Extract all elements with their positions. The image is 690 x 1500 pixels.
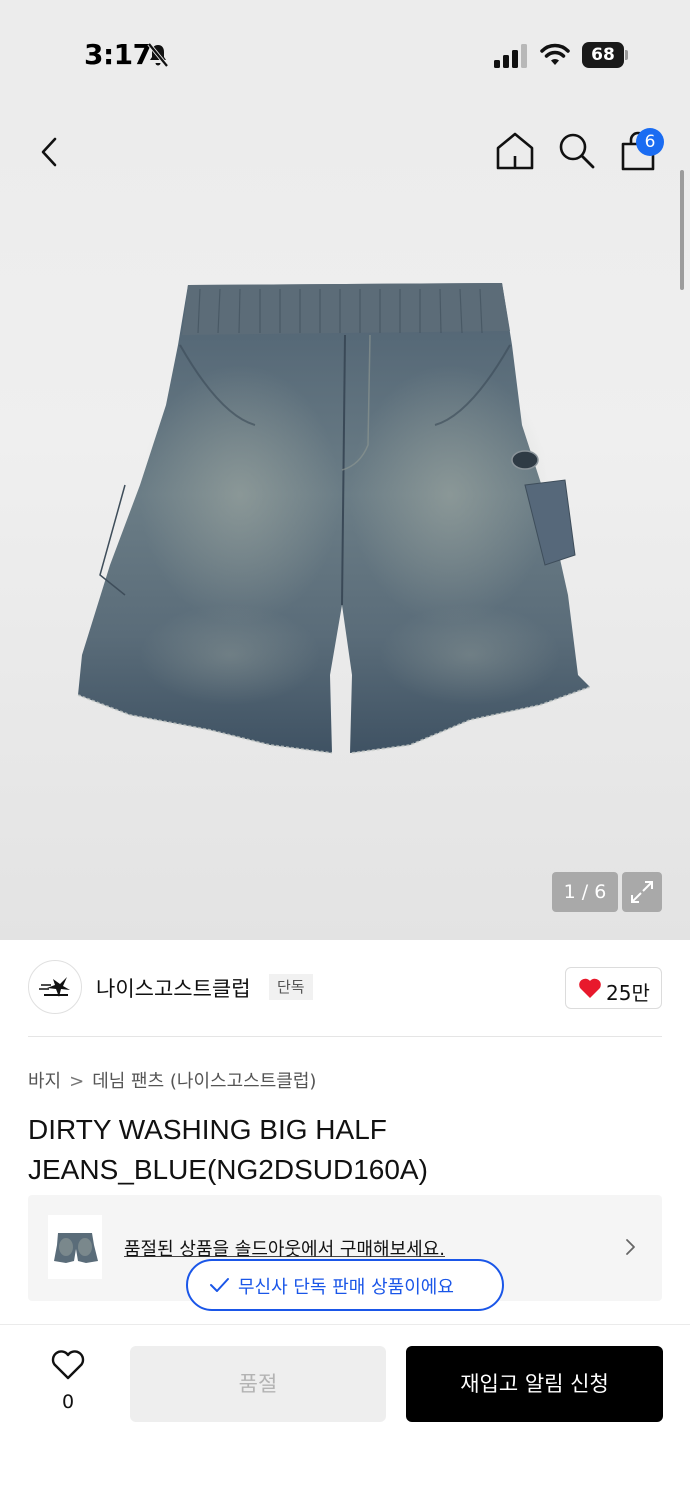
brand-name[interactable]: 나이스고스트클럽 bbox=[96, 973, 251, 1003]
back-icon[interactable] bbox=[30, 132, 70, 172]
exclusive-badge: 단독 bbox=[269, 974, 313, 1000]
brand-logo-mark bbox=[39, 977, 70, 997]
product-gallery[interactable]: 6 1 / 6 bbox=[0, 110, 690, 940]
check-icon bbox=[210, 1278, 229, 1292]
exclusive-sale-text: 무신사 단독 판매 상품이에요 bbox=[238, 1277, 454, 1298]
bottom-action-bar: 0 품절 재입고 알림 신청 bbox=[0, 1324, 690, 1500]
exclusive-sale-toast: 무신사 단독 판매 상품이에요 bbox=[186, 1259, 504, 1311]
breadcrumb-subcategory[interactable]: 데님 팬츠 (나이스고스트클럽) bbox=[92, 1067, 316, 1093]
brand-row: 나이스고스트클럽 단독 25만 bbox=[28, 960, 662, 1016]
brand-like-button[interactable]: 25만 bbox=[565, 967, 662, 1009]
product-title: DIRTY WASHING BIG HALF JEANS_BLUE(NG2DSU… bbox=[28, 1114, 428, 1185]
brand-logo[interactable] bbox=[28, 960, 82, 1014]
wifi-icon bbox=[540, 43, 570, 65]
image-counter: 1 / 6 bbox=[552, 872, 618, 912]
search-icon[interactable] bbox=[556, 130, 596, 170]
signal-icon bbox=[494, 44, 527, 68]
brand-like-count: 25만 bbox=[606, 981, 650, 1005]
bell-off-icon bbox=[147, 42, 169, 68]
expand-icon[interactable] bbox=[622, 872, 662, 912]
cart-count-badge: 6 bbox=[636, 128, 664, 156]
breadcrumb-category[interactable]: 바지 bbox=[28, 1067, 61, 1093]
restock-alert-button[interactable]: 재입고 알림 신청 bbox=[406, 1346, 663, 1422]
wishlist-button[interactable]: 0 bbox=[40, 1349, 96, 1419]
breadcrumb: 바지 > 데님 팬츠 (나이스고스트클럽) bbox=[28, 1067, 316, 1093]
scrollbar[interactable] bbox=[680, 170, 684, 290]
product-image bbox=[77, 283, 591, 754]
heart-outline-icon bbox=[51, 1350, 85, 1380]
resale-thumbnail bbox=[48, 1215, 102, 1279]
heart-filled-icon bbox=[579, 978, 601, 998]
wishlist-count: 0 bbox=[61, 1391, 75, 1413]
resale-text: 품절된 상품을 솔드아웃에서 구매해보세요. bbox=[124, 1239, 445, 1260]
home-icon[interactable] bbox=[494, 130, 536, 172]
battery-icon: 68 bbox=[582, 42, 628, 68]
divider bbox=[28, 1036, 662, 1037]
chevron-right-icon bbox=[626, 1239, 635, 1255]
status-bar: 3:17 68 bbox=[0, 0, 690, 110]
breadcrumb-separator-icon: > bbox=[69, 1071, 85, 1092]
battery-level: 68 bbox=[582, 42, 624, 68]
status-time: 3:17 bbox=[84, 38, 152, 71]
soldout-button: 품절 bbox=[130, 1346, 386, 1422]
